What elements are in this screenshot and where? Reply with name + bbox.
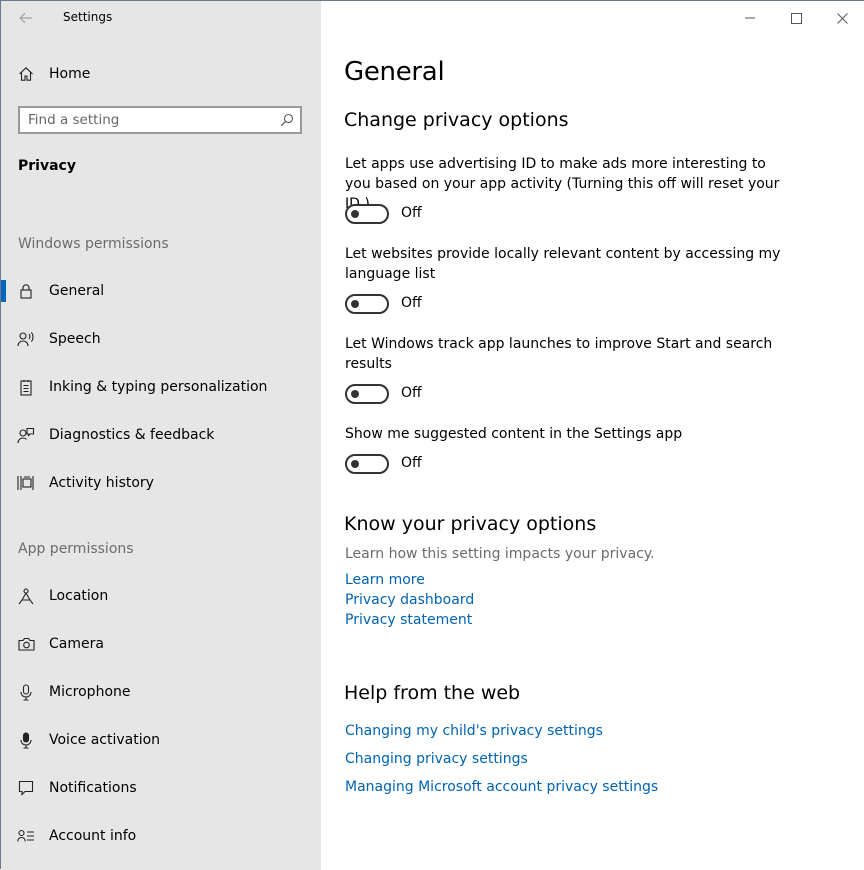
toggle-state-label: Off	[401, 455, 422, 471]
know-privacy-heading: Know your privacy options	[344, 513, 597, 535]
maximize-icon	[790, 12, 802, 24]
sidebar-item-general[interactable]: General	[1, 271, 321, 311]
toggle-language-list[interactable]	[345, 294, 389, 314]
diagnostics-icon	[17, 426, 35, 444]
back-arrow-icon	[19, 12, 32, 24]
speech-icon	[17, 330, 35, 348]
help-web-heading: Help from the web	[344, 682, 521, 704]
change-privacy-heading: Change privacy options	[344, 109, 569, 131]
sidebar-item-inking-typing[interactable]: Inking & typing personalization	[1, 367, 321, 407]
close-icon	[836, 12, 848, 24]
lock-icon	[17, 282, 35, 300]
app-title: Settings	[63, 10, 113, 24]
sidebar-item-label: General	[49, 283, 105, 299]
sidebar-item-voice-activation[interactable]: Voice activation	[1, 720, 321, 760]
toggle-track-launches[interactable]	[345, 384, 389, 404]
sidebar-item-label: Camera	[49, 636, 104, 652]
sidebar-item-diagnostics[interactable]: Diagnostics & feedback	[1, 415, 321, 455]
settings-window: Settings Home Privacy Windows permission…	[0, 0, 864, 870]
toggle-suggested-content[interactable]	[345, 454, 389, 474]
sidebar-item-notifications[interactable]: Notifications	[1, 768, 321, 808]
toggle-knob	[351, 460, 359, 468]
sidebar-item-label: Location	[49, 588, 109, 604]
sidebar-item-label: Voice activation	[49, 732, 161, 748]
toggle-knob	[351, 300, 359, 308]
toggle-state-label: Off	[401, 385, 422, 401]
account-info-icon	[17, 827, 35, 845]
option-language-list-desc: Let websites provide locally relevant co…	[345, 246, 781, 282]
sidebar-item-label: Account info	[49, 828, 137, 844]
sidebar-item-label: Notifications	[49, 780, 137, 796]
privacy-statement-link[interactable]: Privacy statement	[345, 612, 472, 628]
toggle-advertising-id[interactable]	[345, 204, 389, 224]
location-icon	[17, 587, 35, 605]
microphone-icon	[17, 683, 35, 701]
know-privacy-desc: Learn how this setting impacts your priv…	[345, 546, 655, 562]
help-link-privacy-settings[interactable]: Changing privacy settings	[345, 751, 528, 767]
sidebar-item-label: Microphone	[49, 684, 131, 700]
help-link-child-privacy[interactable]: Changing my child's privacy settings	[345, 723, 603, 739]
voice-activation-icon	[17, 731, 35, 749]
group-header-windows-permissions: Windows permissions	[18, 236, 169, 252]
sidebar-item-location[interactable]: Location	[1, 576, 321, 616]
sidebar-item-label: Inking & typing personalization	[49, 379, 268, 395]
close-button[interactable]	[819, 4, 864, 32]
sidebar-item-label: Home	[49, 66, 91, 82]
sidebar: Settings Home Privacy Windows permission…	[1, 1, 321, 870]
learn-more-link[interactable]: Learn more	[345, 572, 425, 588]
search-input[interactable]	[28, 111, 268, 129]
notifications-icon	[17, 779, 35, 797]
current-section-title: Privacy	[18, 158, 76, 174]
sidebar-item-label: Activity history	[49, 475, 154, 491]
maximize-button[interactable]	[773, 4, 819, 32]
toggle-knob	[351, 210, 359, 218]
group-header-app-permissions: App permissions	[18, 541, 134, 557]
help-link-microsoft-account[interactable]: Managing Microsoft account privacy setti…	[345, 779, 658, 795]
camera-icon	[17, 635, 35, 653]
sidebar-item-account-info[interactable]: Account info	[1, 816, 321, 856]
sidebar-item-activity-history[interactable]: Activity history	[1, 463, 321, 503]
home-icon	[17, 65, 35, 83]
activity-history-icon	[17, 474, 35, 492]
toggle-state-label: Off	[401, 295, 422, 311]
inking-icon	[17, 378, 35, 396]
option-track-launches-desc: Let Windows track app launches to improv…	[345, 336, 773, 372]
page-title: General	[344, 57, 445, 87]
minimize-icon	[745, 17, 755, 19]
sidebar-item-microphone[interactable]: Microphone	[1, 672, 321, 712]
toggle-knob	[351, 390, 359, 398]
privacy-dashboard-link[interactable]: Privacy dashboard	[345, 592, 474, 608]
back-button[interactable]	[13, 7, 39, 29]
search-icon	[280, 113, 294, 127]
sidebar-item-label: Diagnostics & feedback	[49, 427, 215, 443]
option-suggested-content-desc: Show me suggested content in the Setting…	[345, 426, 683, 442]
minimize-button[interactable]	[727, 4, 773, 32]
search-box[interactable]	[18, 106, 302, 134]
sidebar-item-home[interactable]: Home	[1, 54, 321, 94]
sidebar-item-label: Speech	[49, 331, 101, 347]
sidebar-item-camera[interactable]: Camera	[1, 624, 321, 664]
main-content: General Change privacy options Let apps …	[321, 1, 864, 870]
toggle-state-label: Off	[401, 205, 422, 221]
sidebar-item-speech[interactable]: Speech	[1, 319, 321, 359]
